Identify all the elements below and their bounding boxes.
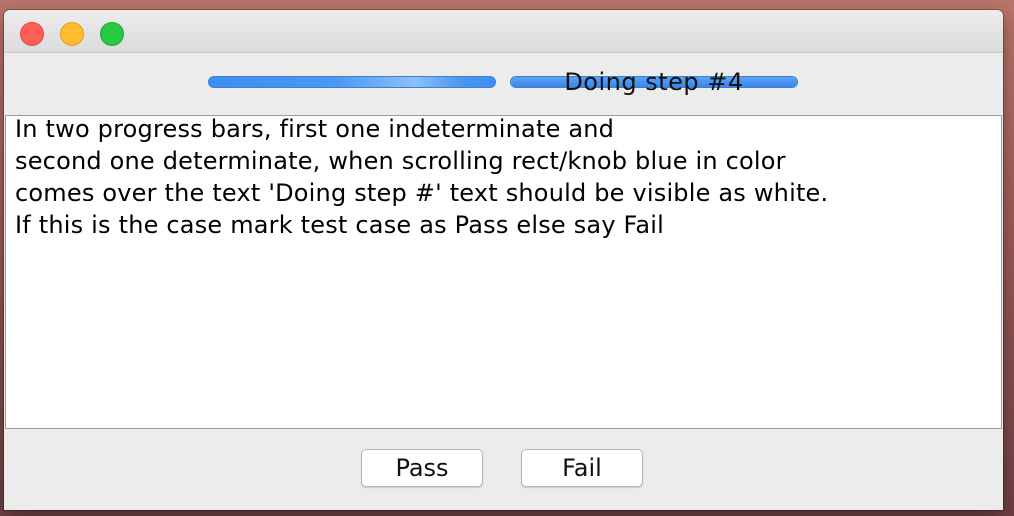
instruction-line: comes over the text 'Doing step #' text … bbox=[15, 179, 829, 207]
close-window-icon[interactable] bbox=[20, 22, 44, 46]
button-bar: Pass Fail bbox=[4, 430, 1003, 510]
pass-button[interactable]: Pass bbox=[361, 449, 483, 487]
instruction-line: In two progress bars, first one indeterm… bbox=[15, 115, 615, 143]
progress-string: Doing step #4 bbox=[564, 68, 744, 96]
instruction-line: If this is the case mark test case as Pa… bbox=[15, 211, 664, 239]
fail-button[interactable]: Fail bbox=[521, 449, 643, 487]
title-bar[interactable] bbox=[4, 10, 1003, 53]
zoom-window-icon[interactable] bbox=[100, 22, 124, 46]
test-window: Doing step #4 In two progress bars, firs… bbox=[4, 10, 1003, 510]
instruction-line: second one determinate, when scrolling r… bbox=[15, 147, 786, 175]
minimize-window-icon[interactable] bbox=[60, 22, 84, 46]
indeterminate-progress-bar bbox=[208, 76, 496, 88]
progress-bars-area: Doing step #4 bbox=[4, 53, 1003, 115]
instructions-text: In two progress bars, first one indeterm… bbox=[15, 113, 828, 241]
